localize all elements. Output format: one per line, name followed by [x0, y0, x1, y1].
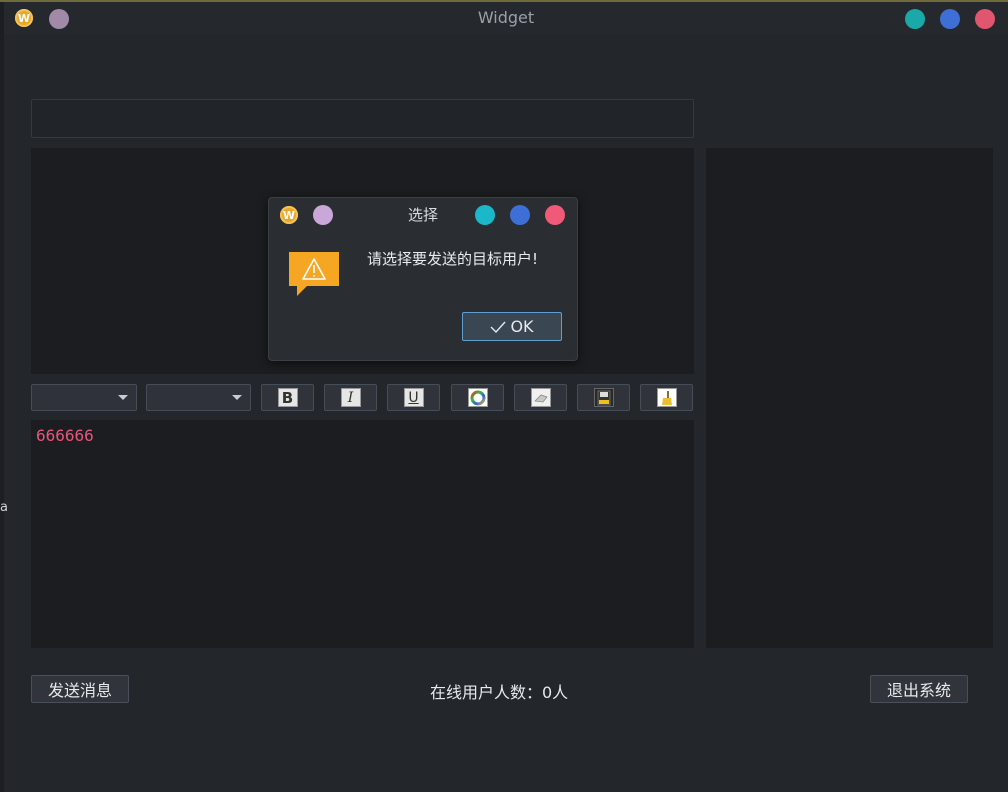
italic-button[interactable]: I: [324, 384, 377, 411]
clear-screen-button[interactable]: [514, 384, 567, 411]
dialog-close-button[interactable]: [545, 205, 565, 225]
title-bar[interactable]: W Widget: [4, 2, 1008, 34]
warning-dialog[interactable]: W 选择 请选择要发送的目标用户! OK: [268, 197, 578, 361]
eraser-icon: [530, 388, 551, 407]
background-fragment: a: [0, 500, 8, 515]
color-button[interactable]: [451, 384, 504, 411]
underline-icon: U: [403, 388, 424, 407]
ok-button[interactable]: OK: [462, 312, 562, 341]
dialog-minimize-button[interactable]: [475, 205, 495, 225]
checkmark-icon: [490, 321, 506, 333]
save-button[interactable]: [577, 384, 630, 411]
send-message-button[interactable]: 发送消息: [31, 675, 129, 703]
top-input-field[interactable]: [31, 99, 694, 138]
dialog-title: 选择: [407, 206, 438, 224]
clean-button[interactable]: [640, 384, 693, 411]
underline-button[interactable]: U: [387, 384, 440, 411]
ok-button-label: OK: [510, 317, 534, 336]
user-list-panel[interactable]: [706, 148, 993, 648]
save-icon: [593, 388, 614, 407]
warning-icon: [289, 252, 339, 296]
font-size-combo[interactable]: [146, 384, 251, 411]
close-button[interactable]: [975, 9, 995, 29]
message-text: 666666: [36, 426, 94, 445]
bold-icon: B: [277, 388, 298, 407]
brush-icon: [656, 388, 677, 407]
bold-button[interactable]: B: [261, 384, 314, 411]
font-family-combo[interactable]: [31, 384, 137, 411]
online-user-count: 在线用户人数：0人: [430, 683, 569, 702]
dialog-message: 请选择要发送的目标用户!: [367, 250, 539, 268]
dialog-maximize-button[interactable]: [510, 205, 530, 225]
message-input-area[interactable]: 666666: [31, 420, 694, 648]
chevron-down-icon: [232, 395, 242, 400]
minimize-button[interactable]: [905, 9, 925, 29]
left-edge: [0, 2, 4, 792]
maximize-button[interactable]: [940, 9, 960, 29]
color-wheel-icon: [467, 388, 488, 407]
exit-system-button[interactable]: 退出系统: [870, 675, 968, 703]
window-title: Widget: [477, 8, 535, 27]
italic-icon: I: [340, 388, 361, 407]
chevron-down-icon: [118, 395, 128, 400]
